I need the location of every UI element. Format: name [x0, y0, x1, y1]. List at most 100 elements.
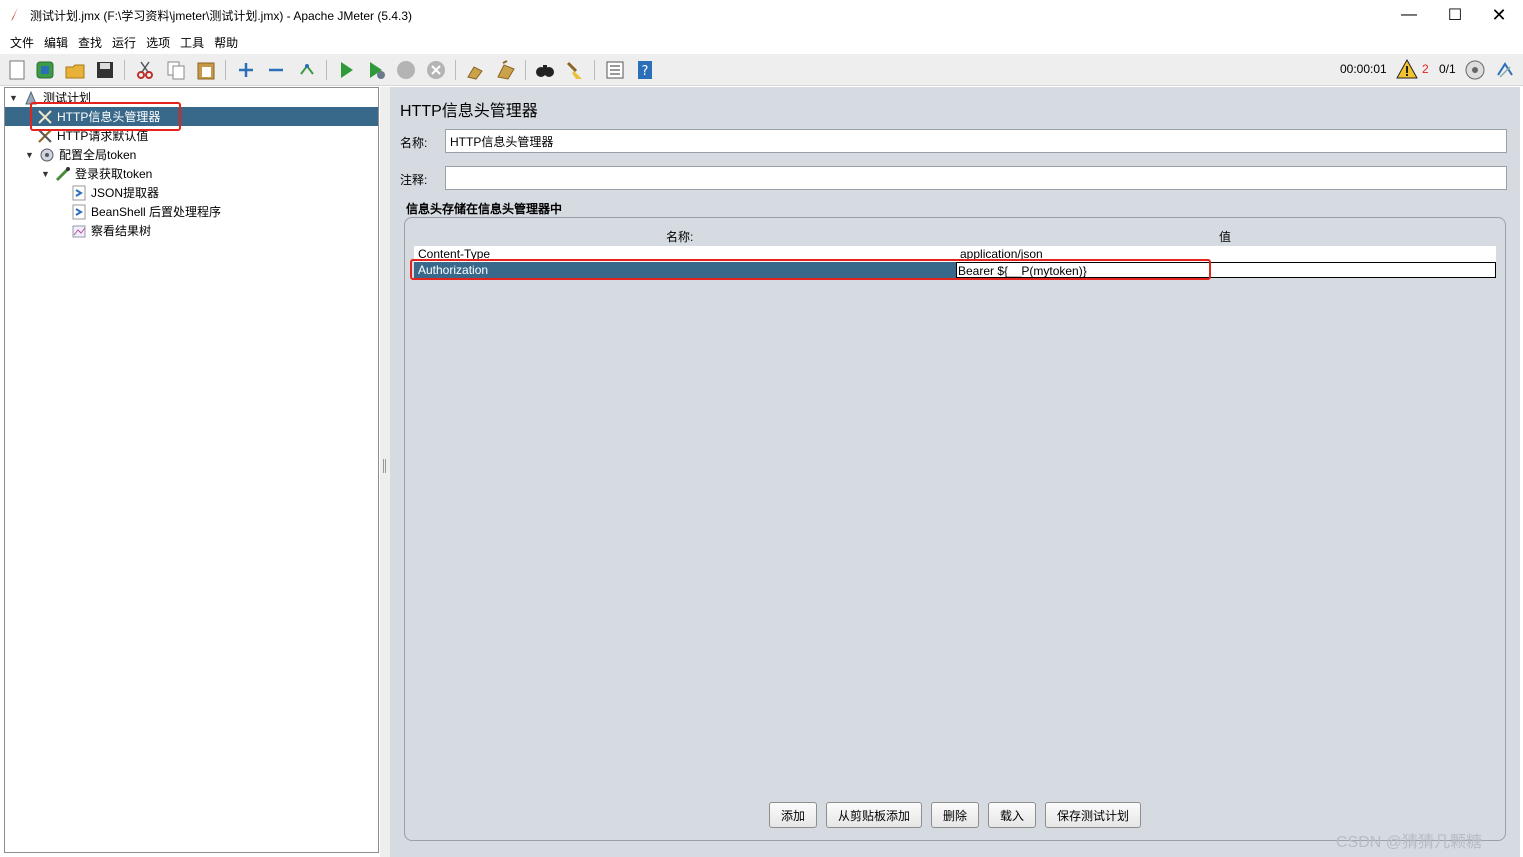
elapsed-timer: 00:00:01 [1340, 62, 1387, 76]
header-name-cell[interactable]: Authorization [414, 262, 956, 278]
copy-icon[interactable] [165, 59, 187, 81]
tree-item-thread-group[interactable]: ▼ 配置全局token [25, 145, 378, 164]
column-header-value[interactable]: 值 [1219, 228, 1231, 246]
toolbar-separator [455, 60, 456, 80]
title-bar: 测试计划.jmx (F:\学习资料\jmeter\测试计划.jmx) - Apa… [0, 0, 1523, 30]
headers-group-box [404, 217, 1506, 841]
comment-label: 注释: [400, 173, 428, 187]
test-plan-tree: ▼ 测试计划 HTTP信息头管理器 HTTP请求默认值 ▼ 配置全局token … [4, 87, 379, 853]
expand-icon[interactable] [235, 59, 257, 81]
svg-text:?: ? [642, 64, 649, 79]
toolbar-separator [525, 60, 526, 80]
templates-icon[interactable] [34, 59, 56, 81]
add-from-clipboard-button[interactable]: 从剪贴板添加 [826, 802, 922, 828]
name-field[interactable] [445, 129, 1507, 153]
header-value-editor[interactable]: Bearer ${__P(mytoken)} [956, 262, 1496, 278]
collapse-arrow-icon[interactable]: ▼ [25, 150, 35, 160]
post-processor-icon [71, 204, 87, 220]
minimize-button[interactable]: — [1386, 0, 1432, 30]
header-name-cell[interactable]: Content-Type [414, 246, 956, 262]
tree-item-label: 登录获取token [75, 167, 153, 181]
toolbar-separator [225, 60, 226, 80]
menu-options[interactable]: 选项 [146, 34, 170, 51]
collapse-arrow-icon[interactable]: ▼ [41, 169, 51, 179]
search-icon[interactable] [534, 59, 556, 81]
post-processor-icon [71, 185, 87, 201]
tree-item-label: 察看结果树 [91, 224, 152, 238]
menu-edit[interactable]: 编辑 [44, 34, 68, 51]
table-row[interactable]: Content-Type application/json [414, 246, 1496, 262]
tree-item-http-request-defaults[interactable]: HTTP请求默认值 [37, 126, 378, 145]
pane-splitter[interactable] [380, 87, 390, 857]
gear-icon [39, 147, 55, 163]
tree-item-label: HTTP信息头管理器 [57, 110, 161, 124]
tree-item-label: HTTP请求默认值 [57, 129, 149, 143]
toggle-icon[interactable] [296, 59, 318, 81]
tree-item-label: 配置全局token [59, 148, 137, 162]
close-button[interactable]: ✕ [1476, 0, 1522, 30]
running-indicator-icon [1465, 60, 1485, 80]
toolbar-separator [124, 60, 125, 80]
add-button[interactable]: 添加 [769, 802, 817, 828]
tree-item-test-plan[interactable]: ▼ 测试计划 [9, 88, 378, 107]
jmeter-feather-icon [11, 7, 18, 21]
help-icon[interactable]: ? [634, 59, 656, 81]
stop-icon[interactable] [395, 59, 417, 81]
menu-run[interactable]: 运行 [112, 34, 136, 51]
maximize-button[interactable]: ☐ [1432, 0, 1478, 30]
new-icon[interactable] [6, 59, 28, 81]
tree-item-login-sampler[interactable]: ▼ 登录获取token [41, 164, 378, 183]
toolbar-separator [326, 60, 327, 80]
open-icon[interactable] [64, 59, 86, 81]
active-threads: 0/1 [1439, 62, 1456, 76]
start-no-pause-icon[interactable] [365, 59, 387, 81]
start-icon[interactable] [335, 59, 357, 81]
warning-icon[interactable] [1396, 58, 1418, 80]
table-actions: 添加 从剪贴板添加 删除 载入 保存测试计划 [390, 802, 1520, 828]
tree-item-beanshell-postprocessor[interactable]: BeanShell 后置处理程序 [71, 202, 378, 221]
column-header-name[interactable]: 名称: [666, 228, 693, 246]
delete-button[interactable]: 删除 [931, 802, 979, 828]
reset-search-icon[interactable] [564, 59, 586, 81]
tree-item-label: 测试计划 [43, 91, 92, 105]
window-title: 测试计划.jmx (F:\学习资料\jmeter\测试计划.jmx) - Apa… [30, 9, 413, 23]
tree-item-label: BeanShell 后置处理程序 [91, 205, 222, 219]
menu-help[interactable]: 帮助 [214, 34, 238, 51]
save-test-plan-button[interactable]: 保存测试计划 [1045, 802, 1141, 828]
tree-item-view-results-tree[interactable]: 察看结果树 [71, 221, 378, 240]
comment-field[interactable] [445, 166, 1507, 190]
header-value-cell[interactable]: application/json [956, 246, 1496, 262]
clear-all-icon[interactable] [495, 59, 517, 81]
menu-tools[interactable]: 工具 [180, 34, 204, 51]
listener-icon [71, 223, 87, 239]
menu-search[interactable]: 查找 [78, 34, 102, 51]
name-label: 名称: [400, 136, 428, 150]
clear-icon[interactable] [464, 59, 486, 81]
wrench-icon [37, 109, 53, 125]
headers-group-title: 信息头存储在信息头管理器中 [406, 202, 563, 216]
log-viewer-icon[interactable] [1494, 59, 1516, 81]
tree-item-http-header-manager[interactable]: HTTP信息头管理器 [5, 107, 378, 126]
table-row-selected[interactable]: Authorization Bearer ${__P(mytoken)} [414, 262, 1496, 278]
warning-count: 2 [1422, 62, 1429, 76]
collapse-icon[interactable] [265, 59, 287, 81]
function-helper-icon[interactable] [604, 59, 626, 81]
panel-title: HTTP信息头管理器 [400, 103, 538, 120]
pipette-icon [55, 166, 71, 182]
test-plan-icon [23, 90, 39, 106]
toolbar: ? 00:00:01 2 0/1 [0, 54, 1523, 86]
tree-item-json-extractor[interactable]: JSON提取器 [71, 183, 378, 202]
header-manager-editor: HTTP信息头管理器 名称: 注释: 信息头存储在信息头管理器中 名称: 值 C… [390, 87, 1520, 857]
menu-bar: 文件 编辑 查找 运行 选项 工具 帮助 [0, 30, 1523, 54]
watermark: CSDN @猜猜几颗糖 [1336, 834, 1483, 851]
save-icon[interactable] [94, 59, 116, 81]
wrench-icon [37, 128, 53, 144]
shutdown-icon[interactable] [425, 59, 447, 81]
load-button[interactable]: 载入 [988, 802, 1036, 828]
cut-icon[interactable] [134, 59, 156, 81]
splitter-grip[interactable] [383, 459, 386, 473]
collapse-arrow-icon[interactable]: ▼ [9, 93, 19, 103]
tree-item-label: JSON提取器 [91, 186, 160, 200]
paste-icon[interactable] [195, 59, 217, 81]
menu-file[interactable]: 文件 [10, 34, 34, 51]
